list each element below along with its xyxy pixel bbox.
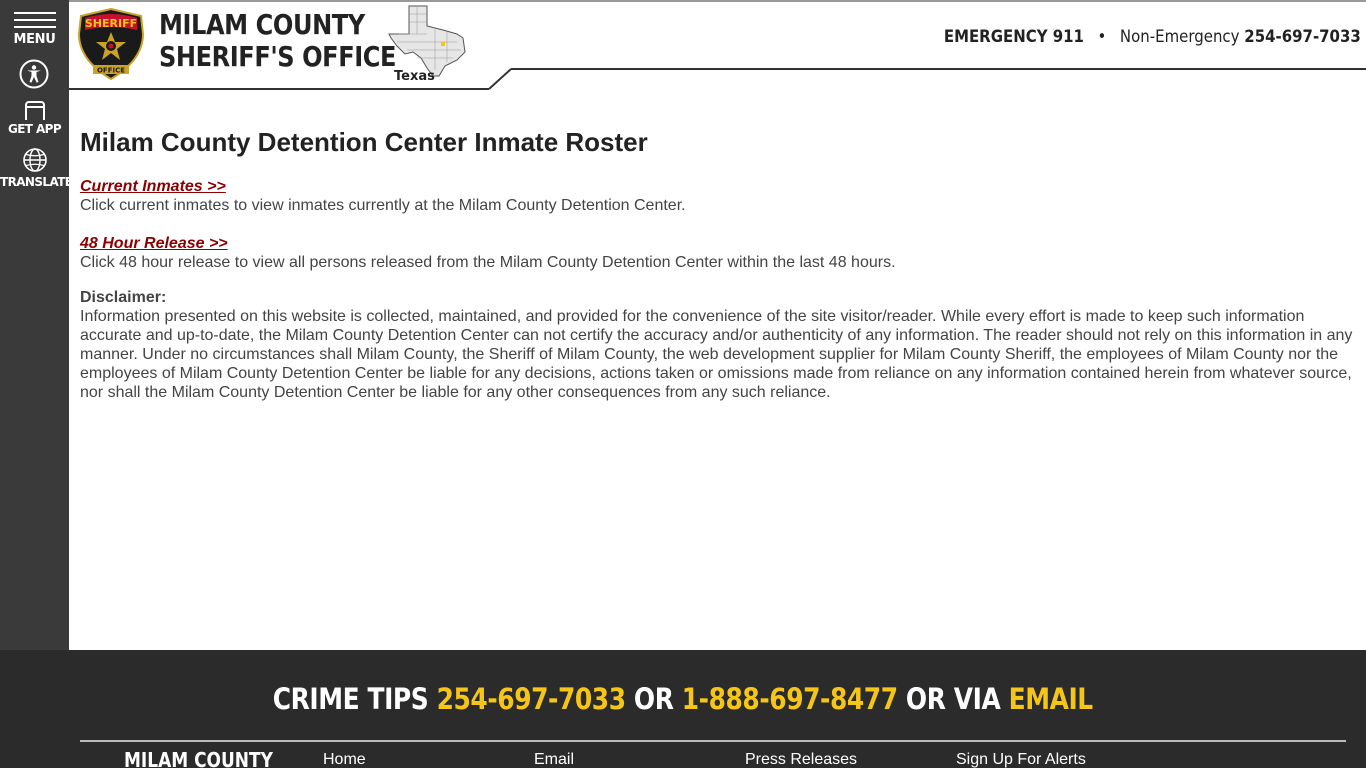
footer-brand[interactable]: MILAM COUNTY: [124, 748, 273, 768]
footer-link-home[interactable]: Home: [323, 751, 366, 768]
accessibility-button[interactable]: [19, 59, 49, 89]
or-via-label: OR VIA: [906, 682, 1001, 716]
current-inmates-description: Click current inmates to view inmates cu…: [80, 197, 686, 214]
footer-divider: [80, 740, 1346, 742]
page-title: Milam County Detention Center Inmate Ros…: [80, 127, 648, 157]
disclaimer-title: Disclaimer:: [80, 289, 167, 306]
footer-link-email[interactable]: Email: [534, 751, 574, 768]
emergency-label: EMERGENCY 911: [944, 27, 1085, 47]
hamburger-icon: [13, 12, 56, 14]
footer-link-press-releases[interactable]: Press Releases: [745, 751, 857, 768]
left-sidebar: MENU GET APP TRANSLATE: [0, 0, 73, 650]
main-content: Milam County Detention Center Inmate Ros…: [80, 120, 1356, 402]
release-section: 48 Hour Release >> Click 48 hour release…: [80, 234, 1356, 272]
sheriff-badge-logo[interactable]: SHERIFF OFFICE: [77, 7, 145, 81]
contact-bar: EMERGENCY 911 • Non-Emergency 254-697-70…: [944, 27, 1361, 47]
globe-icon: [22, 148, 47, 172]
disclaimer-text: Information presented on this website is…: [80, 308, 1353, 401]
crime-tips-phone-1[interactable]: 254-697-7033: [437, 682, 627, 716]
svg-text:SHERIFF: SHERIFF: [85, 17, 137, 30]
current-inmates-link[interactable]: Current Inmates >>: [80, 177, 1356, 196]
translate-label: TRANSLATE: [0, 175, 73, 189]
hamburger-icon-bar: [13, 26, 56, 28]
sheriff-badge-icon: SHERIFF OFFICE: [77, 7, 145, 81]
current-inmates-section: Current Inmates >> Click current inmates…: [80, 177, 1356, 215]
get-app-label: GET APP: [7, 122, 62, 136]
48-hour-release-link[interactable]: 48 Hour Release >>: [80, 234, 1356, 253]
accessibility-icon: [19, 59, 49, 89]
or-label: OR: [634, 682, 674, 716]
footer-link-sign-up-alerts[interactable]: Sign Up For Alerts: [956, 751, 1086, 768]
crime-tips-banner: CRIME TIPS 254-697-7033 OR 1-888-697-847…: [0, 682, 1366, 716]
release-description: Click 48 hour release to view all person…: [80, 254, 896, 271]
brand-line-1: MILAM COUNTY: [159, 8, 365, 41]
hamburger-icon-bar: [13, 19, 56, 21]
brand-line-2: SHERIFF'S OFFICE: [159, 40, 397, 73]
separator-dot: •: [1097, 27, 1107, 47]
menu-label: MENU: [13, 32, 56, 47]
translate-button[interactable]: TRANSLATE: [0, 147, 73, 193]
crime-tips-email-link[interactable]: EMAIL: [1009, 682, 1094, 716]
menu-button[interactable]: MENU: [0, 0, 69, 56]
phone-icon: [24, 101, 45, 120]
get-app-button[interactable]: GET APP: [0, 100, 69, 142]
site-header: SHERIFF OFFICE MILAM COUNTY SHERIFF'S OF…: [69, 0, 1366, 90]
crime-tips-label: CRIME TIPS: [272, 682, 429, 716]
non-emergency-phone-link[interactable]: 254-697-7033: [1244, 27, 1361, 47]
non-emergency-label: Non-Emergency: [1120, 27, 1240, 47]
svg-text:OFFICE: OFFICE: [97, 67, 125, 75]
state-label: Texas: [394, 69, 435, 84]
site-footer: CRIME TIPS 254-697-7033 OR 1-888-697-847…: [0, 650, 1366, 768]
crime-tips-phone-2[interactable]: 1-888-697-8477: [682, 682, 898, 716]
